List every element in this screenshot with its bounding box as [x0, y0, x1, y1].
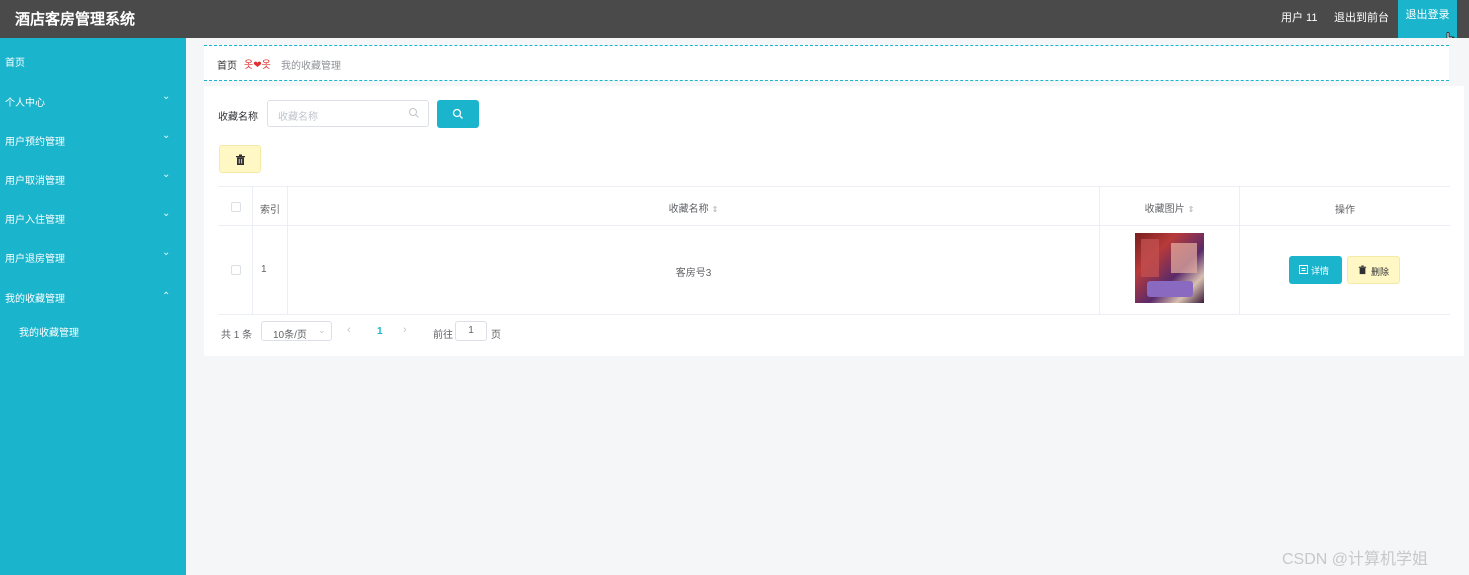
document-icon — [1299, 265, 1308, 274]
sidebar-item-label: 个人中心 — [5, 98, 45, 109]
heart-separator-icon: 옷❤옷 — [244, 60, 271, 71]
chevron-down-icon: ⌄ — [162, 130, 171, 141]
sidebar-item-home[interactable]: 首页 — [0, 51, 186, 71]
room-photo[interactable] — [1135, 233, 1204, 303]
select-all-checkbox[interactable] — [231, 202, 241, 212]
app-title: 酒店客房管理系统 — [15, 11, 136, 28]
goto-label: 前往 — [433, 330, 453, 341]
row-index: 1 — [261, 264, 267, 275]
pagination-total: 共 1 条 — [221, 330, 253, 341]
top-bar: 酒店客房管理系统 用户 11 退出到前台 退出登录 — [0, 0, 1469, 38]
sidebar-item-label: 我的收藏管理 — [5, 294, 65, 305]
search-icon — [409, 108, 419, 118]
row-name: 客房号3 — [675, 268, 712, 279]
column-header-name[interactable]: 收藏名称 ⇕ — [288, 187, 1100, 225]
sidebar-item-favorites[interactable]: 我的收藏管理 ⌃ — [0, 287, 186, 307]
sort-icon[interactable]: ⇕ — [712, 205, 719, 214]
column-header-actions: 操作 — [1240, 187, 1450, 225]
column-header-image[interactable]: 收藏图片 ⇕ — [1100, 187, 1240, 225]
row-divider — [218, 314, 1450, 315]
chevron-down-icon: ⌄ — [162, 169, 171, 180]
search-placeholder: 收藏名称 — [278, 112, 318, 123]
photo-detail — [1147, 281, 1193, 297]
back-to-front-link[interactable]: 退出到前台 — [1334, 9, 1389, 25]
sidebar-item-label: 用户取消管理 — [5, 176, 65, 187]
sort-icon[interactable]: ⇕ — [1188, 205, 1195, 214]
breadcrumb-current: 我的收藏管理 — [281, 61, 341, 72]
page-size-select[interactable]: 10条/页 ⌄ — [261, 321, 332, 341]
header-name-label: 收藏名称 ⇕ — [669, 200, 719, 215]
sidebar-item-label: 用户预约管理 — [5, 137, 65, 148]
sidebar-item-label: 用户入住管理 — [5, 215, 65, 226]
select-all-cell — [218, 187, 253, 225]
chevron-up-icon: ⌃ — [162, 291, 171, 302]
chevron-down-icon: ⌄ — [162, 91, 171, 102]
sidebar-item-personal-center[interactable]: 个人中心 ⌄ — [0, 91, 186, 111]
breadcrumb: 首页 옷❤옷 我的收藏管理 — [204, 45, 1449, 81]
goto-page-input[interactable]: 1 — [455, 321, 487, 341]
row-select-cell — [218, 226, 253, 314]
sidebar-subitem-my-favorites[interactable]: 我的收藏管理 — [19, 324, 79, 339]
page-number-current[interactable]: 1 — [377, 326, 383, 337]
sidebar: 首页 个人中心 ⌄ 用户预约管理 ⌄ 用户取消管理 ⌄ 用户入住管理 ⌄ 用户退… — [0, 38, 186, 575]
header-index-label: 索引 — [260, 205, 280, 216]
chevron-down-icon: ⌄ — [162, 247, 171, 258]
chevron-down-icon: ⌄ — [162, 208, 171, 219]
page-size-value: 10条/页 — [273, 330, 307, 341]
goto-unit: 页 — [491, 330, 501, 341]
breadcrumb-home[interactable]: 首页 — [217, 57, 237, 72]
trash-icon — [1358, 265, 1367, 275]
header-actions-label: 操作 — [1335, 205, 1355, 216]
sidebar-item-label: 用户退房管理 — [5, 254, 65, 265]
delete-button[interactable]: 删除 — [1347, 256, 1400, 284]
current-user: 用户 11 — [1281, 12, 1318, 24]
batch-delete-button[interactable] — [219, 145, 261, 173]
list-panel: 收藏名称 收藏名称 索引 收藏名称 ⇕ 收藏图片 ⇕ 操作 1 客房号3 详情 … — [204, 86, 1464, 356]
search-input[interactable]: 收藏名称 — [267, 100, 429, 127]
photo-detail — [1141, 239, 1159, 277]
header-image-text: 收藏图片 — [1144, 204, 1185, 215]
sidebar-item-checkout[interactable]: 用户退房管理 ⌄ — [0, 247, 186, 267]
search-icon — [452, 108, 463, 119]
detail-button[interactable]: 详情 — [1289, 256, 1342, 284]
header-name-text: 收藏名称 — [668, 204, 709, 215]
next-page-icon[interactable]: › — [403, 324, 407, 336]
row-name-cell: 客房号3 — [288, 226, 1100, 314]
search-button[interactable] — [437, 100, 479, 128]
watermark: CSDN @计算机学姐 — [1282, 551, 1429, 568]
photo-detail — [1171, 243, 1197, 273]
row-actions-cell: 详情 删除 — [1240, 226, 1450, 314]
trash-icon — [236, 154, 245, 165]
sidebar-item-reservations[interactable]: 用户预约管理 ⌄ — [0, 130, 186, 150]
header-image-label: 收藏图片 ⇕ — [1145, 200, 1195, 215]
sidebar-item-cancellations[interactable]: 用户取消管理 ⌄ — [0, 169, 186, 189]
detail-button-label: 详情 — [1311, 266, 1330, 276]
delete-button-label: 删除 — [1371, 267, 1390, 277]
row-image-cell — [1100, 226, 1240, 314]
favorites-table: 索引 收藏名称 ⇕ 收藏图片 ⇕ 操作 1 客房号3 详情 删除 — [218, 186, 1450, 315]
sidebar-item-label: 首页 — [5, 58, 25, 69]
sidebar-item-checkin[interactable]: 用户入住管理 ⌄ — [0, 208, 186, 228]
main-content: 首页 옷❤옷 我的收藏管理 收藏名称 收藏名称 索引 收藏名称 ⇕ 收藏图片 ⇕… — [186, 38, 1469, 575]
prev-page-icon[interactable]: ‹ — [347, 324, 351, 336]
chevron-down-icon: ⌄ — [318, 325, 326, 335]
row-index-cell: 1 — [253, 226, 288, 314]
column-header-index: 索引 — [253, 187, 288, 225]
row-checkbox[interactable] — [231, 265, 241, 275]
search-label: 收藏名称 — [218, 112, 258, 123]
